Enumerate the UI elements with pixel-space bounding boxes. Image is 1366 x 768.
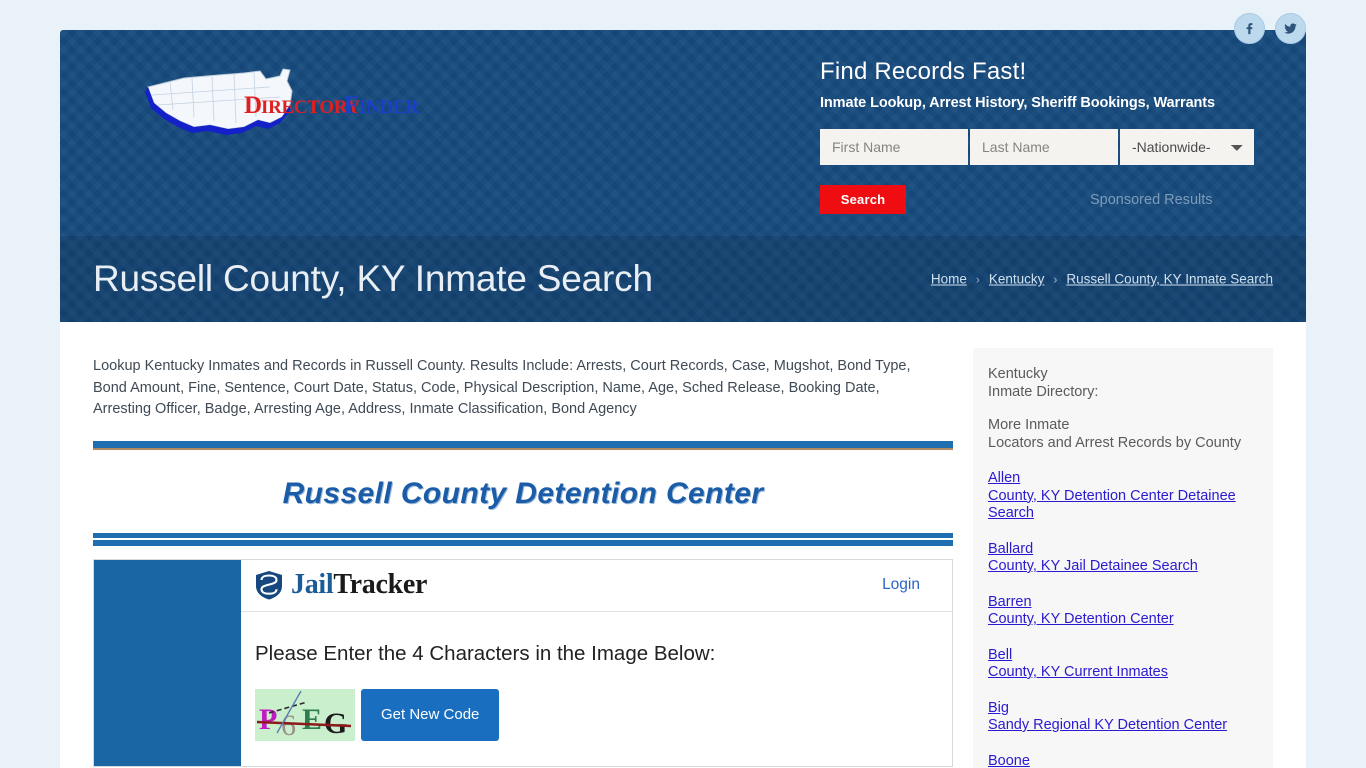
search-form: -Nationwide- (820, 129, 1260, 165)
jailtracker-logo-part1: Jail (291, 569, 334, 600)
captcha-prompt: Please Enter the 4 Characters in the Ima… (255, 641, 716, 665)
sidebar-link-boone[interactable]: BooneCounty, KY Inmate Search (988, 753, 1273, 768)
banner-title: Russell County Detention Center (282, 476, 764, 510)
svg-text:P: P (259, 703, 277, 736)
list-item[interactable]: BooneCounty, KY Inmate Search (988, 752, 1273, 768)
detention-center-banner: Russell County Detention Center (93, 440, 953, 546)
sidebar-link-ballard[interactable]: Ballard County, KY Jail Detainee Search (988, 541, 1273, 576)
jailtracker-panel: JailTracker Login Please Enter the 4 Cha… (93, 558, 953, 767)
site-logo[interactable]: D IRECTORY F INDER (140, 65, 440, 145)
first-name-input[interactable] (820, 129, 968, 165)
jailtracker-content: JailTracker Login Please Enter the 4 Cha… (241, 559, 952, 766)
breadcrumb-item-current[interactable]: Russell County, KY Inmate Search (1066, 272, 1273, 287)
list-item[interactable]: Ballard County, KY Jail Detainee Search (988, 540, 1273, 576)
jailtracker-shield-icon (256, 571, 282, 600)
breadcrumb: Home › Kentucky › Russell County, KY Inm… (931, 272, 1273, 287)
svg-text:D: D (244, 92, 262, 119)
jailtracker-header: JailTracker Login (241, 560, 952, 612)
county-directory-sidebar: Kentucky Inmate Directory: More Inmate L… (973, 348, 1273, 768)
get-new-code-button[interactable]: Get New Code (361, 688, 500, 741)
svg-text:G: G (324, 707, 347, 740)
social-links (1234, 13, 1306, 44)
sponsored-results-label: Sponsored Results (1090, 191, 1213, 208)
breadcrumb-item-home[interactable]: Home (931, 272, 967, 287)
sidebar-subheading-line2: Locators and Arrest Records by County (988, 434, 1242, 451)
header-search: Find Records Fast! Inmate Lookup, Arrest… (820, 58, 1260, 214)
header-inner: D IRECTORY F INDER Find Records Fast! In… (60, 30, 1306, 236)
list-item[interactable]: Bell County, KY Current Inmates (988, 646, 1273, 682)
page-title: Russell County, KY Inmate Search (93, 258, 653, 299)
sidebar-link-bell[interactable]: Bell County, KY Current Inmates (988, 647, 1273, 682)
sidebar-heading-line2: Inmate Directory: (988, 383, 1099, 400)
captcha-image: P 6 E G (255, 688, 355, 741)
banner-stripe-bottom-2 (93, 539, 953, 546)
list-item[interactable]: Allen County, KY Detention Center Detaine… (988, 469, 1273, 523)
chevron-right-icon: › (975, 272, 980, 286)
svg-text:E: E (302, 703, 322, 736)
sidebar-subheading-line1: More Inmate (988, 417, 1070, 433)
page-description: Lookup Kentucky Inmates and Records in R… (93, 358, 911, 417)
page-title-bar: Russell County, KY Inmate Search Home › … (60, 236, 1306, 322)
svg-text:INDER: INDER (359, 97, 419, 118)
facebook-icon[interactable] (1234, 13, 1265, 44)
login-link[interactable]: Login (882, 576, 920, 594)
list-item[interactable]: Big Sandy Regional KY Detention Center (988, 699, 1273, 735)
sidebar-heading: Kentucky Inmate Directory: (988, 366, 1273, 401)
last-name-input[interactable] (970, 129, 1118, 165)
breadcrumb-item-kentucky[interactable]: Kentucky (989, 272, 1045, 287)
list-item[interactable]: Barren County, KY Detention Center (988, 593, 1273, 629)
main-content: Lookup Kentucky Inmates and Records in R… (93, 356, 955, 767)
page-root: D IRECTORY F INDER Find Records Fast! In… (0, 0, 1366, 768)
jailtracker-sidebar-block (94, 559, 241, 766)
state-select[interactable]: -Nationwide- (1120, 129, 1254, 165)
jailtracker-logo-part2: Tracker (333, 569, 428, 600)
sidebar-link-barren[interactable]: Barren County, KY Detention Center (988, 594, 1273, 629)
sidebar-subheading: More Inmate Locators and Arrest Records … (988, 417, 1273, 452)
headline: Find Records Fast! (820, 58, 1027, 85)
sidebar-link-big-sandy[interactable]: Big Sandy Regional KY Detention Center (988, 700, 1273, 735)
sidebar-link-allen[interactable]: Allen County, KY Detention Center Detaine… (988, 470, 1273, 523)
jailtracker-logo[interactable]: JailTracker (255, 569, 427, 601)
search-action-row: Search Sponsored Results (820, 185, 1260, 214)
svg-text:F: F (344, 92, 359, 119)
sidebar-heading-line1: Kentucky (988, 366, 1048, 382)
chevron-right-icon: › (1053, 272, 1058, 286)
captcha-row: P 6 E G Get New Code (255, 688, 952, 741)
search-button[interactable]: Search (820, 185, 906, 214)
twitter-icon[interactable] (1275, 13, 1306, 44)
subheadline: Inmate Lookup, Arrest History, Sheriff B… (820, 95, 1215, 111)
banner-stripe-top (93, 440, 953, 448)
site-header: D IRECTORY F INDER Find Records Fast! In… (60, 30, 1306, 322)
captcha-section: Please Enter the 4 Characters in the Ima… (241, 612, 952, 741)
